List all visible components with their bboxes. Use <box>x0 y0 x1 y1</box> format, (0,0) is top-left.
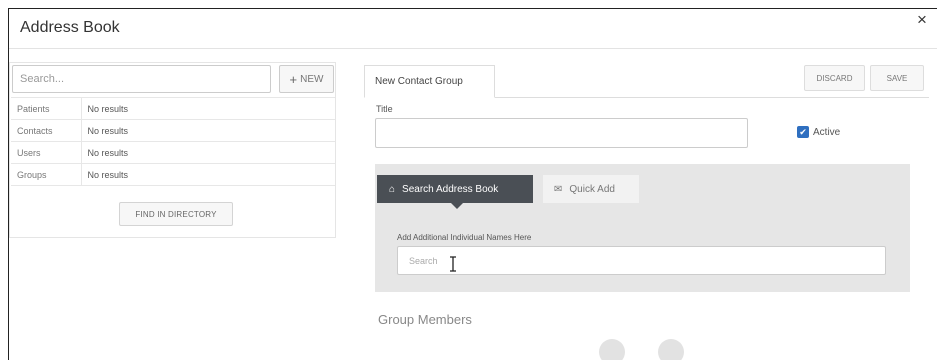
save-button[interactable]: SAVE <box>870 65 924 91</box>
checkmark-icon: ✔ <box>799 126 807 137</box>
text-cursor-icon <box>450 256 456 272</box>
find-in-directory-button[interactable]: FIND IN DIRECTORY <box>119 202 233 226</box>
names-search-input[interactable] <box>397 246 886 275</box>
tab-new-contact-group[interactable]: New Contact Group <box>364 65 495 98</box>
search-address-book-section: ⌂ Search Address Book ✉ Quick Add Add Ad… <box>375 164 910 292</box>
result-category: Patients <box>11 97 82 120</box>
results-table: Patients No results Contacts No results … <box>11 97 335 186</box>
envelope-icon: ✉ <box>554 183 563 195</box>
discard-button[interactable]: DISCARD <box>804 65 865 91</box>
directory-search-input[interactable] <box>12 65 271 93</box>
tab-label: Search Address Book <box>402 183 499 195</box>
add-names-label: Add Additional Individual Names Here <box>397 233 532 242</box>
table-row[interactable]: Users No results <box>11 141 335 164</box>
result-value: No results <box>81 97 335 120</box>
avatar-placeholder <box>658 339 684 360</box>
result-category: Users <box>11 141 82 164</box>
group-members-heading: Group Members <box>378 312 472 327</box>
tab-label: Quick Add <box>569 183 615 195</box>
directory-panel: + NEW Patients No results Contacts No re… <box>9 62 336 238</box>
table-row[interactable]: Patients No results <box>11 97 335 120</box>
result-value: No results <box>81 163 335 186</box>
table-row[interactable]: Contacts No results <box>11 119 335 142</box>
active-checkbox[interactable]: ✔ <box>797 126 809 138</box>
tab-search-address-book[interactable]: ⌂ Search Address Book <box>377 175 533 209</box>
title-label: Title <box>376 104 393 114</box>
new-button[interactable]: + NEW <box>279 65 334 93</box>
new-button-label: NEW <box>300 73 324 85</box>
result-value: No results <box>81 119 335 142</box>
home-icon: ⌂ <box>389 183 396 195</box>
plus-icon: + <box>289 71 298 87</box>
result-category: Groups <box>11 163 82 186</box>
title-input[interactable] <box>375 118 748 148</box>
close-icon[interactable]: × <box>917 10 927 30</box>
tab-quick-add[interactable]: ✉ Quick Add <box>543 175 639 203</box>
dialog-title: Address Book <box>20 19 120 36</box>
avatar-placeholder <box>599 339 625 360</box>
result-value: No results <box>81 141 335 164</box>
table-row[interactable]: Groups No results <box>11 163 335 186</box>
dialog-header: Address Book <box>9 9 937 49</box>
active-label: Active <box>813 127 841 138</box>
result-category: Contacts <box>11 119 82 142</box>
